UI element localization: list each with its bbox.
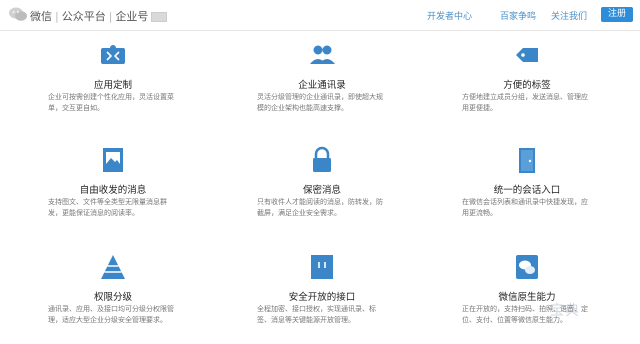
watermark: 宝典 (550, 303, 580, 319)
nav-follow-us[interactable]: 关注我们 (551, 9, 587, 22)
feature-title: 权限分级 (93, 292, 132, 303)
register-button[interactable]: 注册 (601, 7, 633, 22)
feature-desc: 企业可按需创建个性化应用，灵活设置菜单，交互更自如。 (48, 93, 174, 112)
lock-icon (313, 146, 331, 172)
nav-developer-center[interactable]: 开发者中心 (427, 9, 472, 22)
top-bar: 微信 | 公众平台 | 企业号 开发者中心 百家争鸣 关注我们 注册 (0, 0, 640, 31)
puzzle-icon (101, 45, 125, 64)
api-icon (311, 255, 333, 279)
feature-title: 方便的标签 (503, 80, 551, 91)
version-badge (151, 12, 168, 22)
contacts-icon (310, 45, 335, 64)
feature-desc: 在微信会话列表和通讯录中快捷发现，应用更流畅。 (462, 198, 588, 217)
feature-desc: 灵活分级管理的企业通讯录，即使超大规模的企业架构也能高速支撑。 (257, 93, 383, 112)
feature-desc: 只有收件人才能阅读的消息，防转发，防截屏，满足企业安全需求。 (257, 198, 383, 217)
feature-desc: 方便地建立成员分组，发送消息、管理应用更便捷。 (462, 93, 588, 112)
feature-desc: 支持图文、文件等全类型无限量消息群发，更能保证消息的阅读率。 (48, 198, 167, 217)
wechat-chat-icon (516, 255, 538, 279)
nav-discussions[interactable]: 百家争鸣 (500, 9, 536, 22)
feature-desc: 全程加密、接口授权，实现通讯录、标签、消息等关键能源开放管理。 (257, 305, 376, 324)
feature-title: 统一的会话入口 (493, 185, 561, 196)
feature-title: 保密消息 (302, 185, 341, 196)
brand: 微信 | 公众平台 | 企业号 (30, 8, 168, 24)
wechat-logo-icon (9, 7, 27, 21)
feature-desc: 通讯录、应用、及接口均可分级分权限管理，适应大型企业分级安全管理要求。 (48, 305, 174, 324)
door-icon (519, 148, 535, 173)
feature-title: 安全开放的接口 (288, 292, 356, 303)
tag-icon (516, 48, 538, 62)
feature-title: 企业通讯录 (298, 80, 346, 91)
feature-title: 应用定制 (93, 80, 132, 91)
brand-platform[interactable]: 公众平台 (62, 10, 106, 23)
brand-wechat[interactable]: 微信 (30, 10, 52, 23)
brand-enterprise[interactable]: 企业号 (115, 10, 148, 23)
pyramid-icon (101, 255, 125, 279)
image-icon (103, 148, 123, 172)
feature-title: 自由收发的消息 (79, 185, 147, 196)
